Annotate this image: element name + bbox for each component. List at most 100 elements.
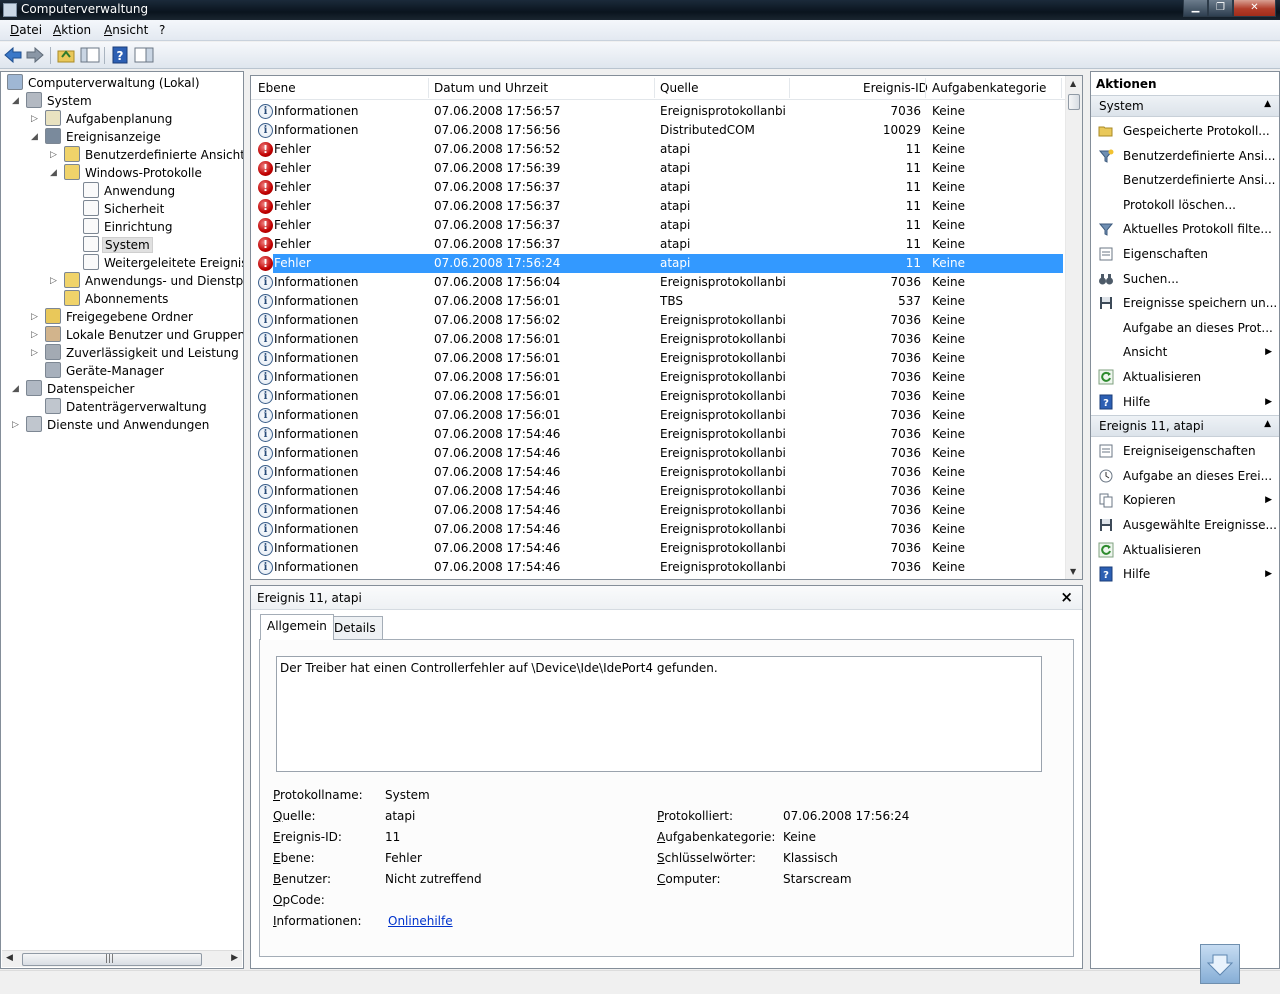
collapse-icon[interactable]: ▲ (1264, 99, 1271, 109)
tree-item[interactable]: ◢ Datenspeicher (12, 380, 136, 398)
action-item[interactable]: Benutzerdefinierte Ansi... (1091, 168, 1279, 192)
up-folder-icon[interactable] (56, 46, 76, 64)
scroll-left-icon[interactable]: ◀ (6, 953, 13, 963)
table-row[interactable]: i Informationen 07.06.2008 17:56:57 Ereigni… (251, 102, 1063, 121)
collapsed-arrow-icon[interactable]: ▷ (50, 146, 60, 164)
table-row[interactable]: i Informationen 07.06.2008 17:56:56 Distrib… (251, 121, 1063, 140)
maximize-button[interactable]: ❐ (1208, 0, 1233, 17)
close-detail-icon[interactable]: × (1060, 588, 1073, 606)
collapsed-arrow-icon[interactable]: ▷ (31, 110, 41, 128)
table-row[interactable]: i Informationen 07.06.2008 17:56:01 Ereigni… (251, 368, 1063, 387)
table-row[interactable]: ! Fehler 07.06.2008 17:56:37 atapi 11 Keine (251, 197, 1063, 216)
expanded-arrow-icon[interactable]: ◢ (12, 380, 22, 398)
tree-item[interactable]: Anwendung (83, 182, 177, 200)
show-hide-tree-icon[interactable] (80, 46, 100, 64)
action-item[interactable]: ? Hilfe ▶ (1091, 390, 1279, 414)
tree-item[interactable]: ▷ Zuverlässigkeit und Leistung (31, 344, 241, 362)
tree-item[interactable]: ▷ Lokale Benutzer und Gruppen (31, 326, 243, 344)
action-item[interactable]: Aufgabe an dieses Erei... (1091, 464, 1279, 488)
help-icon[interactable]: ? (110, 46, 130, 64)
tree-item[interactable]: ◢ Ereignisanzeige (31, 128, 163, 146)
action-item[interactable]: Aufgabe an dieses Prot... (1091, 316, 1279, 340)
expanded-arrow-icon[interactable]: ◢ (50, 164, 60, 182)
tree-item[interactable]: Einrichtung (83, 218, 175, 236)
close-button[interactable]: ✕ (1233, 0, 1276, 17)
tree-item[interactable]: ◢ System (12, 92, 94, 110)
collapsed-arrow-icon[interactable]: ▷ (31, 344, 41, 362)
column-header-aufgabenkategorie[interactable]: Aufgabenkategorie (932, 81, 1046, 95)
tree-item[interactable]: Sicherheit (83, 200, 166, 218)
action-item[interactable]: Kopieren ▶ (1091, 488, 1279, 512)
table-row[interactable]: i Informationen 07.06.2008 17:56:01 Ereigni… (251, 330, 1063, 349)
scroll-right-icon[interactable]: ▶ (231, 953, 238, 963)
table-row[interactable]: i Informationen 07.06.2008 17:56:01 Ereigni… (251, 387, 1063, 406)
forward-icon[interactable] (25, 46, 45, 64)
scroll-down-icon[interactable]: ▼ (1070, 567, 1076, 576)
tab-allgemein[interactable]: Allgemein (260, 614, 334, 640)
action-item[interactable]: Aktualisieren (1091, 365, 1279, 389)
column-header-ebene[interactable]: Ebene (258, 81, 296, 95)
collapsed-arrow-icon[interactable]: ▷ (31, 326, 41, 344)
action-item[interactable]: Ereigniseigenschaften (1091, 439, 1279, 463)
online-help-link[interactable]: Onlinehilfe (388, 914, 453, 928)
column-header-ereignis-id[interactable]: Ereignis-ID (863, 81, 928, 95)
tab-details[interactable]: Details (327, 616, 383, 640)
table-row[interactable]: i Informationen 07.06.2008 17:56:02 Ereigni… (251, 311, 1063, 330)
tree-item[interactable]: Abonnements (64, 290, 170, 308)
collapsed-arrow-icon[interactable]: ▷ (50, 272, 60, 290)
download-icon[interactable] (1200, 944, 1240, 984)
actions-section-header[interactable]: Ereignis 11, atapi ▲ (1091, 415, 1279, 438)
action-item[interactable]: Eigenschaften (1091, 242, 1279, 266)
table-row[interactable]: i Informationen 07.06.2008 17:56:01 Ereigni… (251, 349, 1063, 368)
column-header-quelle[interactable]: Quelle (660, 81, 698, 95)
action-item[interactable]: Suchen... (1091, 267, 1279, 291)
scroll-thumb[interactable] (1068, 94, 1080, 110)
tree-item[interactable]: ▷ Aufgabenplanung (31, 110, 174, 128)
tree-horizontal-scrollbar[interactable]: ◀ ||| ▶ (2, 950, 242, 967)
action-item[interactable]: Aktuelles Protokoll filte... (1091, 217, 1279, 241)
table-row[interactable]: ! Fehler 07.06.2008 17:56:52 atapi 11 Keine (251, 140, 1063, 159)
table-row[interactable]: i Informationen 07.06.2008 17:56:04 Ereigni… (251, 273, 1063, 292)
menu-datei[interactable]: Datei (10, 23, 42, 37)
table-row[interactable]: i Informationen 07.06.2008 17:56:01 TBS 537 K… (251, 292, 1063, 311)
table-row[interactable]: i Informationen 07.06.2008 17:54:46 Ereigni… (251, 501, 1063, 520)
action-item[interactable]: Ausgewählte Ereignisse... (1091, 513, 1279, 537)
tree-item[interactable]: Datenträgerverwaltung (45, 398, 209, 416)
tree-item[interactable]: Weitergeleitete Ereignisse (83, 254, 243, 272)
tree-item[interactable]: System (83, 236, 153, 254)
table-row[interactable]: i Informationen 07.06.2008 17:54:46 Ereigni… (251, 539, 1063, 558)
menu-aktion[interactable]: Aktion (53, 23, 91, 37)
action-item[interactable]: Ansicht ▶ (1091, 340, 1279, 364)
table-row[interactable]: i Informationen 07.06.2008 17:54:46 Ereigni… (251, 425, 1063, 444)
menu-ansicht[interactable]: Ansicht (104, 23, 148, 37)
table-row[interactable]: ! Fehler 07.06.2008 17:56:37 atapi 11 Keine (251, 216, 1063, 235)
action-item[interactable]: Protokoll löschen... (1091, 193, 1279, 217)
show-hide-action-pane-icon[interactable] (134, 46, 154, 64)
tree-item[interactable]: ▷ Anwendungs- und Dienstprotokolle (50, 272, 243, 290)
table-row[interactable]: i Informationen 07.06.2008 17:54:46 Ereigni… (251, 463, 1063, 482)
tree-item[interactable]: ▷ Benutzerdefinierte Ansichten (50, 146, 243, 164)
tree-item[interactable]: ▷ Dienste und Anwendungen (12, 416, 211, 434)
action-item[interactable]: Aktualisieren (1091, 538, 1279, 562)
table-row[interactable]: i Informationen 07.06.2008 17:54:46 Ereigni… (251, 444, 1063, 463)
scroll-up-icon[interactable]: ▲ (1070, 79, 1076, 88)
tree-item[interactable]: Computerverwaltung (Lokal) (7, 74, 202, 92)
table-row[interactable]: ! Fehler 07.06.2008 17:56:37 atapi 11 Keine (251, 178, 1063, 197)
table-row[interactable]: i Informationen 07.06.2008 17:54:46 Ereigni… (251, 558, 1063, 577)
collapsed-arrow-icon[interactable]: ▷ (12, 416, 22, 434)
collapse-icon[interactable]: ▲ (1264, 419, 1271, 429)
event-message[interactable]: Der Treiber hat einen Controllerfehler a… (276, 656, 1042, 772)
expanded-arrow-icon[interactable]: ◢ (12, 92, 22, 110)
table-row[interactable]: ! Fehler 07.06.2008 17:56:24 atapi 11 Keine (251, 254, 1063, 273)
tree-item[interactable]: Geräte-Manager (45, 362, 166, 380)
actions-section-header[interactable]: System ▲ (1091, 95, 1279, 117)
menu-help[interactable]: ? (159, 23, 165, 37)
list-vertical-scrollbar[interactable]: ▲ ▼ (1065, 76, 1082, 579)
tree-item[interactable]: ◢ Windows-Protokolle (50, 164, 204, 182)
tree-item[interactable]: ▷ Freigegebene Ordner (31, 308, 195, 326)
table-row[interactable]: i Informationen 07.06.2008 17:54:46 Ereigni… (251, 520, 1063, 539)
minimize-button[interactable]: ▁ (1183, 0, 1208, 17)
action-item[interactable]: Benutzerdefinierte Ansi... (1091, 144, 1279, 168)
table-row[interactable]: ! Fehler 07.06.2008 17:56:37 atapi 11 Keine (251, 235, 1063, 254)
expanded-arrow-icon[interactable]: ◢ (31, 128, 41, 146)
